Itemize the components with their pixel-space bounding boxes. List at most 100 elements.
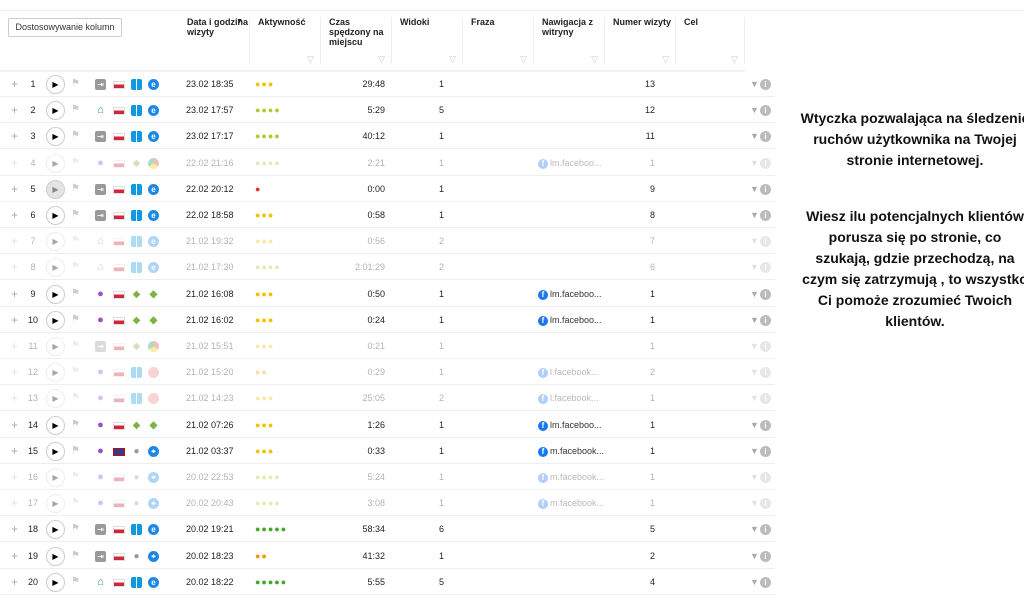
expand-icon[interactable]: + [11, 202, 18, 228]
flag-icon[interactable]: ⚑ [71, 228, 80, 254]
expand-icon[interactable]: + [11, 254, 18, 280]
play-recording-button[interactable]: ▶ [46, 468, 65, 487]
table-row[interactable]: +9 ▶ ⚑ ● ◆ ◆ 21.02 16:08 ●●● 0:50 1 f lm.faceboo...… [0, 281, 775, 307]
info-icon[interactable]: i [760, 498, 771, 510]
referrer-link[interactable]: f lm.faceboo... [538, 150, 602, 176]
info-icon[interactable]: i [760, 105, 771, 117]
customize-columns-button[interactable]: Dostosowywanie kolumn [8, 18, 122, 37]
expand-icon[interactable]: + [11, 150, 18, 176]
column-header-date[interactable]: Data i godzina wizyty ▼ [180, 17, 250, 64]
table-row[interactable]: +5 ▶ ⚑ ⇥ e 22.02 20:12 ● 0:00 1 9 ▼ i [0, 176, 775, 202]
table-row[interactable]: +13 ▶ ⚑ ● 21.02 14:23 ●●● 25:05 2 f l.facebook...… [0, 385, 775, 412]
info-icon[interactable]: i [760, 393, 771, 405]
flag-icon[interactable]: ⚑ [71, 385, 80, 411]
table-row[interactable]: +11 ▶ ⚑ ⇥ ◆ 21.02 15:51 ●●● 0:21 1 1 ▼ i [0, 333, 775, 359]
expand-icon[interactable]: + [11, 71, 18, 97]
expand-icon[interactable]: + [11, 569, 18, 595]
play-recording-button[interactable]: ▶ [46, 363, 65, 383]
table-row[interactable]: +17 ▶ ⚑ ● ● ⌖ 20.02 20:43 ●●●● 3:08 1 f m.facebook.… [0, 490, 775, 517]
expand-icon[interactable]: + [11, 385, 18, 411]
filter-icon[interactable]: ▼ [750, 97, 759, 123]
column-header-visit-number[interactable]: Numer wizyty ▽ [606, 17, 676, 64]
flag-icon[interactable]: ⚑ [71, 359, 80, 385]
flag-icon[interactable]: ⚑ [71, 543, 80, 569]
expand-icon[interactable]: + [11, 333, 18, 359]
filter-icon[interactable]: ▼ [750, 516, 759, 542]
column-header-phrase[interactable]: Fraza ▽ [464, 17, 534, 64]
flag-icon[interactable]: ⚑ [71, 123, 80, 149]
flag-icon[interactable]: ⚑ [71, 254, 80, 280]
filter-icon[interactable]: ▼ [750, 150, 759, 176]
expand-icon[interactable]: + [11, 307, 18, 333]
filter-icon[interactable]: ▽ [307, 54, 314, 64]
play-recording-button[interactable]: ▶ [46, 127, 65, 147]
column-header-time[interactable]: Czas spędzony na miejscu ▽ [322, 17, 392, 64]
filter-icon[interactable]: ▼ [750, 71, 759, 97]
expand-icon[interactable]: + [11, 438, 18, 464]
play-recording-button[interactable]: ▶ [46, 232, 65, 252]
filter-icon[interactable]: ▼ [750, 202, 759, 228]
play-recording-button[interactable]: ▶ [46, 101, 65, 121]
flag-icon[interactable]: ⚑ [71, 150, 80, 176]
play-recording-button[interactable]: ▶ [46, 520, 65, 540]
filter-icon[interactable]: ▼ [750, 176, 759, 202]
info-icon[interactable]: i [760, 210, 771, 221]
sort-desc-icon[interactable]: ▼ [236, 17, 243, 27]
info-icon[interactable]: i [760, 341, 771, 352]
filter-icon[interactable]: ▽ [731, 54, 738, 64]
play-recording-button[interactable]: ▶ [46, 153, 65, 173]
referrer-link[interactable]: f m.facebook... [538, 464, 604, 490]
flag-icon[interactable]: ⚑ [71, 569, 80, 595]
filter-icon[interactable]: ▼ [750, 307, 759, 333]
flag-icon[interactable]: ⚑ [71, 307, 80, 333]
info-icon[interactable]: i [760, 314, 771, 326]
table-row[interactable]: +12 ▶ ⚑ ● 21.02 15:20 ●● 0:29 1 f l.facebook... 2 ▼… [0, 359, 775, 386]
play-recording-button[interactable]: ▶ [46, 75, 65, 94]
table-row[interactable]: +14 ▶ ⚑ ● ◆ ◆ 21.02 07:26 ●●● 1:26 1 f lm.faceboo..… [0, 412, 775, 438]
info-icon[interactable]: i [760, 576, 771, 588]
info-icon[interactable]: i [760, 262, 771, 274]
filter-icon[interactable]: ▽ [449, 54, 456, 64]
filter-icon[interactable]: ▼ [750, 333, 759, 359]
flag-icon[interactable]: ⚑ [71, 71, 80, 97]
info-icon[interactable]: i [760, 445, 771, 457]
referrer-link[interactable]: f l.facebook... [538, 359, 599, 385]
play-recording-button[interactable]: ▶ [46, 494, 65, 514]
column-header-views[interactable]: Widoki ▽ [393, 17, 463, 64]
table-row[interactable]: +2 ▶ ⚑ ⌂ e 23.02 17:57 ●●●● 5:29 5 12 ▼ i [0, 97, 775, 124]
play-recording-button[interactable]: ▶ [46, 337, 65, 356]
info-icon[interactable]: i [760, 236, 771, 248]
column-header-navigation[interactable]: Nawigacja z witryny ▽ [535, 17, 605, 64]
play-recording-button[interactable]: ▶ [46, 206, 65, 225]
expand-icon[interactable]: + [11, 123, 18, 149]
expand-icon[interactable]: + [11, 281, 18, 307]
filter-icon[interactable]: ▼ [750, 569, 759, 595]
expand-icon[interactable]: + [11, 359, 18, 385]
referrer-link[interactable]: f m.facebook... [538, 490, 604, 516]
play-recording-button[interactable]: ▶ [46, 546, 65, 566]
filter-icon[interactable]: ▽ [378, 54, 385, 64]
expand-icon[interactable]: + [11, 543, 18, 569]
play-recording-button[interactable]: ▶ [46, 415, 65, 435]
info-icon[interactable]: i [760, 524, 771, 536]
expand-icon[interactable]: + [11, 464, 18, 490]
info-icon[interactable]: i [760, 79, 771, 90]
flag-icon[interactable]: ⚑ [71, 490, 80, 516]
filter-icon[interactable]: ▼ [750, 490, 759, 516]
play-recording-button[interactable]: ▶ [46, 179, 65, 199]
play-recording-button[interactable]: ▶ [46, 572, 65, 592]
referrer-link[interactable]: f lm.faceboo... [538, 281, 602, 307]
table-row[interactable]: +4 ▶ ⚑ ● ◆ 22.02 21:16 ●●●● 2:21 1 f lm.faceboo...… [0, 150, 775, 176]
flag-icon[interactable]: ⚑ [71, 281, 80, 307]
filter-icon[interactable]: ▼ [750, 412, 759, 438]
filter-icon[interactable]: ▼ [750, 543, 759, 569]
referrer-link[interactable]: f m.facebook... [538, 438, 604, 464]
filter-icon[interactable]: ▽ [662, 54, 669, 64]
column-header-activity[interactable]: Aktywność ▽ [251, 17, 321, 64]
info-icon[interactable]: i [760, 183, 771, 195]
table-row[interactable]: +6 ▶ ⚑ ⇥ e 22.02 18:58 ●●● 0:58 1 8 ▼ i [0, 202, 775, 228]
flag-icon[interactable]: ⚑ [71, 438, 80, 464]
table-row[interactable]: +1 ▶ ⚑ ⇥ e 23.02 18:35 ●●● 29:48 1 13 ▼ i [0, 71, 775, 97]
table-row[interactable]: +16 ▶ ⚑ ● ● ⌖ 20.02 22:53 ●●●● 5:24 1 f m.facebook.… [0, 464, 775, 490]
info-icon[interactable]: i [760, 288, 771, 300]
